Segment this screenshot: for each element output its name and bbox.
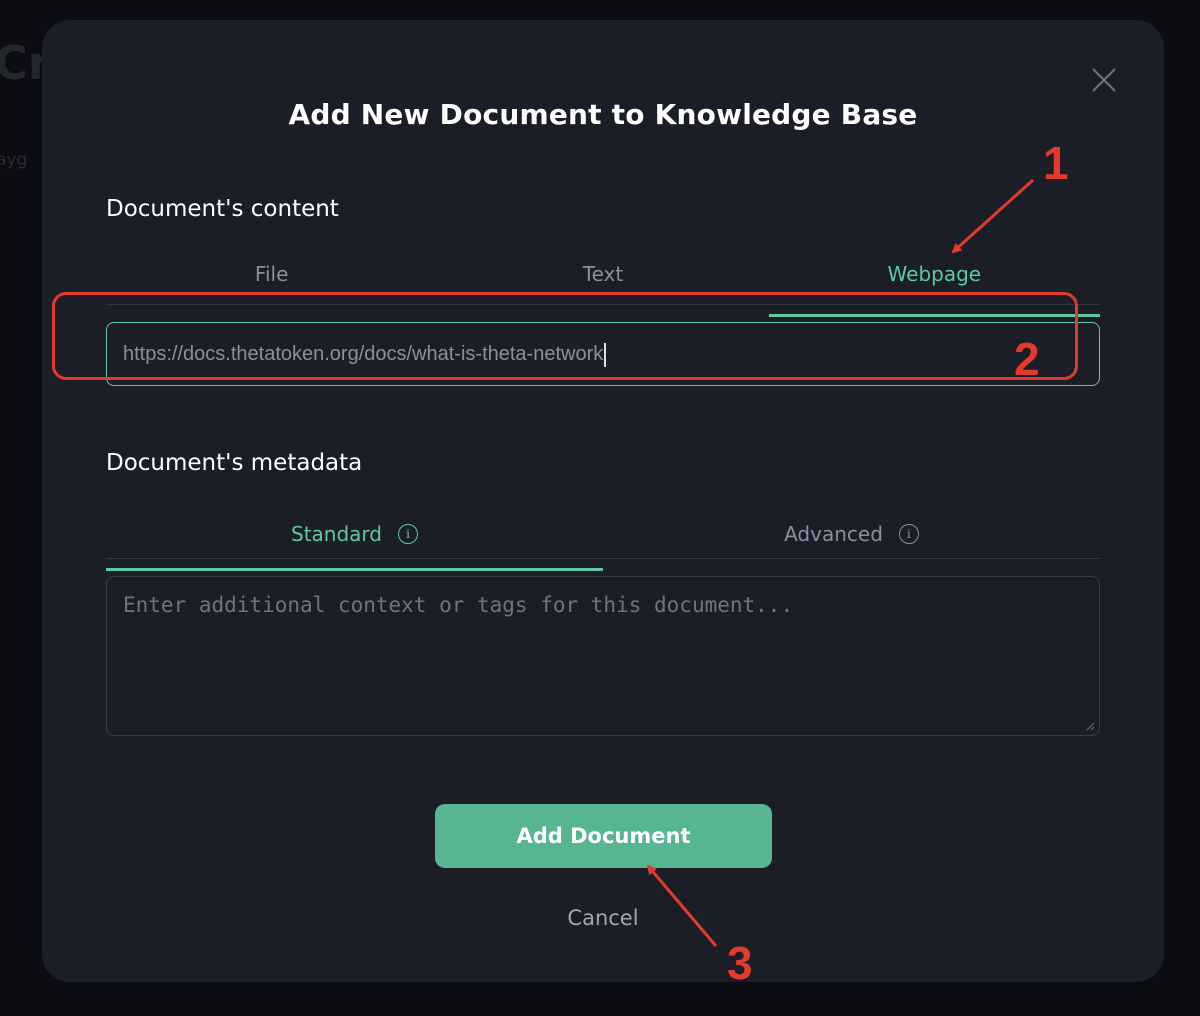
annotation-number-2: 2 [1014,333,1040,385]
modal-title: Add New Document to Knowledge Base [288,98,918,131]
metadata-textarea-placeholder: Enter additional context or tags for thi… [123,593,794,617]
tab-standard-label: Standard [291,522,382,546]
tab-standard[interactable]: Standard i [106,510,603,571]
info-icon[interactable]: i [898,524,919,544]
annotation-number-3: 3 [727,937,753,989]
text-caret [604,342,606,367]
background-page-fragment-sub: ayg [0,150,28,170]
resize-grip-icon[interactable] [1085,721,1095,731]
cancel-button[interactable]: Cancel [42,906,1164,930]
close-icon[interactable] [1090,66,1118,94]
content-section-title: Document's content [106,196,339,222]
tab-text[interactable]: Text [437,256,768,304]
tab-file[interactable]: File [106,256,437,304]
add-document-modal: Add New Document to Knowledge Base Docum… [42,20,1164,982]
content-type-tabs: File Text Webpage [106,256,1101,317]
webpage-url-input[interactable]: https://docs.thetatoken.org/docs/what-is… [106,322,1100,386]
tab-advanced[interactable]: Advanced i [603,510,1100,558]
metadata-section-title: Document's metadata [106,450,363,476]
metadata-tabs: Standard i Advanced i [106,510,1100,571]
add-document-button[interactable]: Add Document [435,804,772,868]
tab-webpage[interactable]: Webpage [768,256,1101,317]
url-input-value: https://docs.thetatoken.org/docs/what-is… [123,343,604,365]
metadata-textarea[interactable]: Enter additional context or tags for thi… [106,576,1100,736]
tab-advanced-label: Advanced [784,522,883,546]
info-icon[interactable]: i [398,524,418,544]
annotation-number-1: 1 [1043,137,1069,189]
